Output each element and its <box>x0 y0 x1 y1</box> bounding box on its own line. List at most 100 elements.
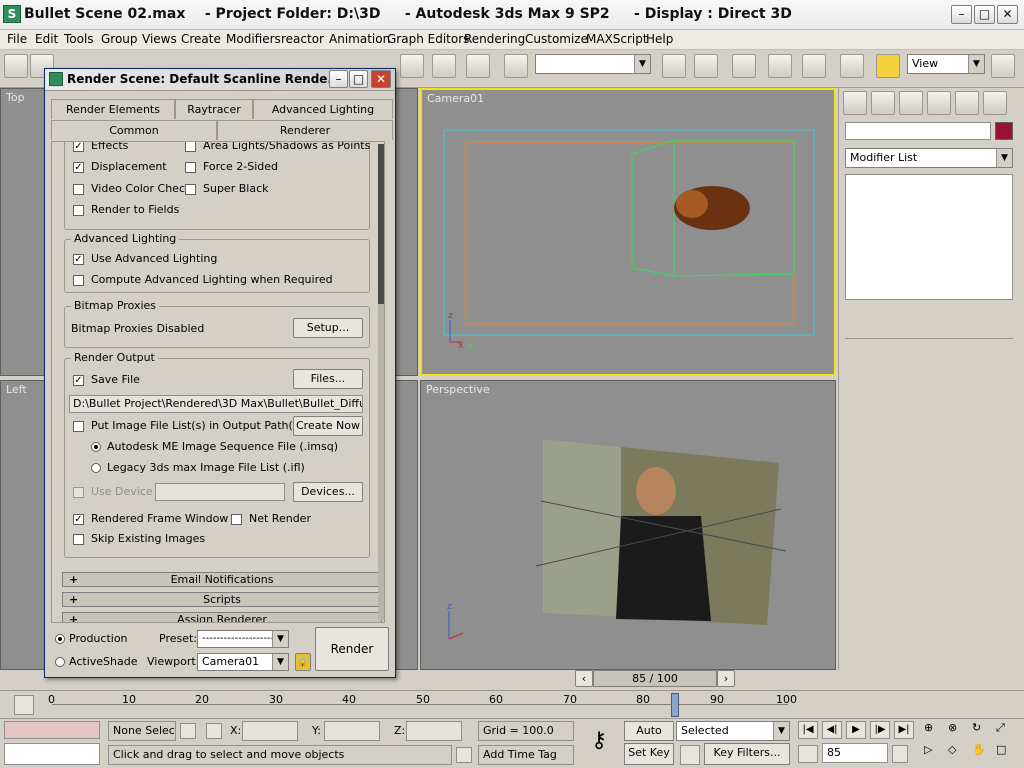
menu-graph-editors[interactable]: Graph Editors <box>387 30 469 49</box>
default-tangent-icon[interactable] <box>680 745 700 765</box>
current-frame-field[interactable]: 85 <box>822 743 888 763</box>
render-button[interactable]: Render <box>315 627 389 671</box>
devices-button[interactable]: Devices... <box>293 482 363 502</box>
track-ruler[interactable]: 0 10 20 30 40 50 60 70 80 90 100 <box>48 691 797 719</box>
zoom-icon[interactable]: ⊕ <box>924 721 944 741</box>
add-time-tag[interactable]: Add Time Tag <box>478 745 574 765</box>
spinner-snap-icon[interactable] <box>466 54 490 78</box>
play-icon[interactable]: ▶ <box>846 721 866 739</box>
selection-lock-icon[interactable] <box>180 723 196 739</box>
maximize-viewport-icon[interactable]: ⤢ <box>996 721 1016 741</box>
use-advanced-lighting-checkbox[interactable]: ✓ <box>73 254 84 265</box>
modifier-list-dropdown[interactable]: Modifier List ▼ <box>845 148 1013 168</box>
curve-editor-icon[interactable] <box>768 54 792 78</box>
menu-rendering[interactable]: Rendering <box>464 30 525 49</box>
force-2sided-checkbox[interactable] <box>185 162 196 173</box>
auto-key-button[interactable]: Auto Key <box>624 721 674 755</box>
menu-animation[interactable]: Animation <box>329 30 390 49</box>
track-bar[interactable]: 0 10 20 30 40 50 60 70 80 90 100 <box>0 690 1024 718</box>
key-filters-button[interactable]: Key Filters... <box>704 743 790 765</box>
zoom-all-icon[interactable]: ⊗ <box>948 721 968 741</box>
scrollbar[interactable] <box>378 144 384 620</box>
time-configuration-icon[interactable] <box>892 745 908 763</box>
tab-renderer[interactable]: Renderer <box>217 120 393 140</box>
align-icon[interactable] <box>694 54 718 78</box>
effects-checkbox[interactable]: ✓ <box>73 142 84 152</box>
maximize-button[interactable]: □ <box>974 5 995 24</box>
menu-file[interactable]: File <box>7 30 27 49</box>
go-to-start-icon[interactable]: |◀ <box>798 721 818 739</box>
app-icon[interactable]: S <box>3 5 21 23</box>
dolly-icon[interactable]: ▷ <box>924 743 944 763</box>
minimize-button[interactable]: – <box>951 5 972 24</box>
viewport-dropdown[interactable]: Camera01 ▼ <box>197 653 289 671</box>
y-coordinate-field[interactable] <box>324 721 380 741</box>
previous-frame-button[interactable]: ‹ <box>575 670 593 687</box>
imsq-radio[interactable] <box>91 442 101 452</box>
key-mode-dropdown[interactable]: Selected ▼ <box>676 721 790 741</box>
menu-group[interactable]: Group <box>101 30 138 49</box>
time-slider[interactable]: ‹ 85 / 100 › <box>420 670 834 688</box>
files-button[interactable]: Files... <box>293 369 363 389</box>
menu-modifiers[interactable]: Modifiers <box>226 30 281 49</box>
dialog-close-button[interactable]: ✕ <box>371 70 391 88</box>
motion-tab-icon[interactable] <box>927 91 951 115</box>
activeshade-radio[interactable] <box>55 657 65 667</box>
net-render-checkbox[interactable] <box>231 514 242 525</box>
key-icon[interactable]: ⚷ <box>584 727 614 757</box>
display-tab-icon[interactable] <box>955 91 979 115</box>
dialog-maximize-button[interactable]: □ <box>349 70 368 88</box>
use-device-checkbox[interactable] <box>73 487 84 498</box>
area-lights-checkbox[interactable] <box>185 142 196 152</box>
skip-existing-images-checkbox[interactable] <box>73 534 84 545</box>
next-frame-button[interactable]: › <box>717 670 735 687</box>
menu-customize[interactable]: Customize <box>525 30 588 49</box>
lock-icon[interactable]: 🔒 <box>295 653 311 671</box>
close-button[interactable]: ✕ <box>997 5 1018 24</box>
time-tag-icon[interactable] <box>456 747 472 763</box>
absolute-mode-icon[interactable] <box>206 723 222 739</box>
min-max-toggle-icon[interactable]: □ <box>996 743 1016 763</box>
maxscript-listener-pink[interactable] <box>4 721 100 739</box>
frame-display[interactable]: 85 / 100 <box>593 670 717 687</box>
z-coordinate-field[interactable] <box>406 721 462 741</box>
viewport-camera[interactable]: Camera01 z x y <box>420 88 836 376</box>
mirror-icon[interactable] <box>662 54 686 78</box>
named-selection-icon[interactable] <box>504 54 528 78</box>
material-editor-icon[interactable] <box>840 54 864 78</box>
modify-tab-icon[interactable] <box>871 91 895 115</box>
dialog-minimize-button[interactable]: – <box>329 70 348 88</box>
menu-help[interactable]: Help <box>646 30 673 49</box>
create-tab-icon[interactable] <box>843 91 867 115</box>
menu-edit[interactable]: Edit <box>35 30 58 49</box>
tab-raytracer[interactable]: Raytracer <box>175 99 253 119</box>
pan-icon[interactable]: ✋ <box>972 743 992 763</box>
percent-snap-icon[interactable] <box>432 54 456 78</box>
rollout-email-notifications[interactable]: + Email Notifications <box>62 572 382 587</box>
current-frame-marker[interactable] <box>671 693 679 717</box>
menu-tools[interactable]: Tools <box>64 30 94 49</box>
render-view-dropdown[interactable]: View ▼ <box>907 54 985 74</box>
menu-maxscript[interactable]: MAXScript <box>586 30 648 49</box>
menu-create[interactable]: Create <box>181 30 221 49</box>
rollout-assign-renderer[interactable]: + Assign Renderer <box>62 612 382 622</box>
utilities-tab-icon[interactable] <box>983 91 1007 115</box>
set-key-button[interactable]: Set Key <box>624 743 674 765</box>
output-path-field[interactable]: D:\Bullet Project\Rendered\3D Max\Bullet… <box>69 395 363 413</box>
hierarchy-tab-icon[interactable] <box>899 91 923 115</box>
bitmap-proxies-setup-button[interactable]: Setup... <box>293 318 363 338</box>
save-file-checkbox[interactable]: ✓ <box>73 375 84 386</box>
menu-views[interactable]: Views <box>142 30 177 49</box>
rollout-scripts[interactable]: + Scripts <box>62 592 382 607</box>
ifl-radio[interactable] <box>91 463 101 473</box>
select-object-icon[interactable] <box>4 54 28 78</box>
next-key-icon[interactable]: |▶ <box>870 721 890 739</box>
snap-toggle-icon[interactable] <box>400 54 424 78</box>
render-scene-icon[interactable] <box>876 54 900 78</box>
tab-common[interactable]: Common <box>51 120 217 140</box>
tab-render-elements[interactable]: Render Elements <box>51 99 175 119</box>
render-to-fields-checkbox[interactable] <box>73 205 84 216</box>
maxscript-listener-white[interactable] <box>4 743 100 765</box>
go-to-end-icon[interactable]: ▶| <box>894 721 914 739</box>
scrollbar-thumb[interactable] <box>378 144 384 304</box>
